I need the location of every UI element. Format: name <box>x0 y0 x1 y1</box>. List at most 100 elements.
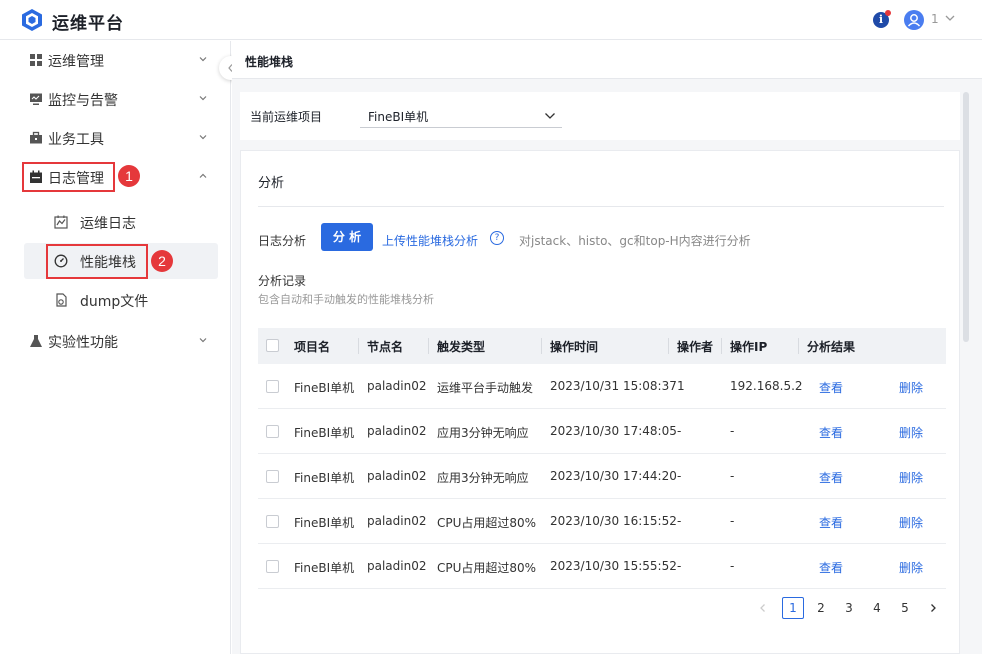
row-checkbox[interactable] <box>266 425 279 438</box>
cell-node: paladin02 <box>367 514 427 528</box>
analysis-hint: 对jstack、histo、gc和top-H内容进行分析 <box>519 234 751 248</box>
table-row: FineBI单机 paladin02 应用3分钟无响应 2023/10/30 1… <box>258 454 946 499</box>
view-link[interactable]: 查看 <box>819 559 843 576</box>
user-avatar-icon[interactable] <box>904 10 924 30</box>
delete-link[interactable]: 删除 <box>899 424 923 441</box>
toolbox-icon <box>30 131 42 144</box>
column-separator <box>428 338 429 354</box>
main-content: 性能堆栈 当前运维项目 FineBI单机 分析 日志分析 分 析 上传性能堆栈分… <box>232 41 982 654</box>
page-button[interactable]: 3 <box>838 597 860 619</box>
page-button[interactable]: 4 <box>866 597 888 619</box>
column-header: 项目名 <box>294 340 331 354</box>
app-title: 运维平台 <box>52 14 124 34</box>
cell-trigger: CPU占用超过80% <box>437 516 537 530</box>
help-icon[interactable]: ? <box>490 231 504 245</box>
row-checkbox[interactable] <box>266 560 279 573</box>
top-header: 运维平台 i 1 <box>0 0 982 40</box>
cell-operator: - <box>677 559 682 573</box>
prev-page-icon[interactable] <box>758 603 768 613</box>
sidebar-subitem-dump-file[interactable]: dump文件 <box>24 282 218 318</box>
column-header: 操作时间 <box>550 340 599 354</box>
log-analysis-label: 日志分析 <box>258 234 307 248</box>
notification-dot <box>885 10 891 16</box>
highlight-box-log-management <box>22 162 115 192</box>
cell-ip: 192.168.5.2 <box>730 379 803 393</box>
sidebar: 运维管理 监控与告警 业务工具 日志管理 1 运维日志 性能堆栈 2 dump文… <box>0 41 231 654</box>
page-button[interactable]: 2 <box>810 597 832 619</box>
chevron-down-icon[interactable] <box>944 12 956 24</box>
cell-project: FineBI单机 <box>294 471 355 485</box>
sidebar-item-ops-management[interactable]: 运维管理 <box>0 41 231 79</box>
sidebar-subitem-ops-log[interactable]: 运维日志 <box>24 204 218 240</box>
pagination: 1 2 3 4 5 <box>752 597 952 621</box>
project-select[interactable]: FineBI单机 <box>360 104 562 128</box>
upload-stack-link[interactable]: 上传性能堆栈分析 <box>382 232 478 249</box>
sidebar-item-business-tools[interactable]: 业务工具 <box>0 119 231 157</box>
breadcrumb: 性能堆栈 <box>245 55 294 69</box>
column-separator <box>668 338 669 354</box>
divider <box>258 206 944 207</box>
sidebar-item-label: 运维管理 <box>48 54 104 70</box>
table-row: FineBI单机 paladin02 CPU占用超过80% 2023/10/30… <box>258 544 946 589</box>
row-checkbox[interactable] <box>266 515 279 528</box>
file-icon <box>56 293 67 307</box>
column-separator <box>541 338 542 354</box>
chevron-up-icon <box>199 173 207 178</box>
table-row: FineBI单机 paladin02 运维平台手动触发 2023/10/31 1… <box>258 364 946 409</box>
cell-project: FineBI单机 <box>294 516 355 530</box>
sidebar-item-label: 监控与告警 <box>48 93 118 109</box>
cell-operator: - <box>677 469 682 483</box>
page-button[interactable]: 1 <box>782 597 804 619</box>
next-page-icon[interactable] <box>928 603 938 613</box>
table-row: FineBI单机 paladin02 CPU占用超过80% 2023/10/30… <box>258 499 946 544</box>
sidebar-item-label: 实验性功能 <box>48 335 118 351</box>
flask-icon <box>30 335 42 347</box>
sidebar-subitem-label: 运维日志 <box>80 216 136 232</box>
chart-icon <box>54 215 68 229</box>
cell-ip: - <box>730 469 735 483</box>
cell-time: 2023/10/30 17:48:05 <box>550 424 677 438</box>
page-button[interactable]: 5 <box>894 597 916 619</box>
breadcrumb-bar: 性能堆栈 <box>232 41 982 79</box>
cube-logo-icon <box>22 9 42 31</box>
view-link[interactable]: 查看 <box>819 379 843 396</box>
scrollbar[interactable] <box>963 92 969 342</box>
view-link[interactable]: 查看 <box>819 514 843 531</box>
records-description: 包含自动和手动触发的性能堆栈分析 <box>258 293 434 306</box>
column-header: 操作IP <box>730 340 768 354</box>
sidebar-item-experimental[interactable]: 实验性功能 <box>0 322 231 360</box>
sidebar-item-label: 业务工具 <box>48 132 104 148</box>
chevron-down-icon <box>199 338 207 343</box>
column-separator <box>798 338 799 354</box>
cell-time: 2023/10/30 16:15:52 <box>550 514 677 528</box>
table-row: FineBI单机 paladin02 应用3分钟无响应 2023/10/30 1… <box>258 409 946 454</box>
chevron-down-icon <box>199 96 207 101</box>
chevron-down-icon <box>199 57 207 62</box>
sidebar-item-monitoring[interactable]: 监控与告警 <box>0 80 231 118</box>
cell-node: paladin02 <box>367 379 427 393</box>
analyze-button[interactable]: 分 析 <box>321 223 373 251</box>
view-link[interactable]: 查看 <box>819 469 843 486</box>
step-badge-2: 2 <box>151 250 173 272</box>
delete-link[interactable]: 删除 <box>899 559 923 576</box>
cell-node: paladin02 <box>367 424 427 438</box>
chevron-down-icon <box>545 113 555 119</box>
row-checkbox[interactable] <box>266 380 279 393</box>
user-name[interactable]: 1 <box>931 12 939 26</box>
section-title: 分析 <box>258 176 285 191</box>
cell-node: paladin02 <box>367 469 427 483</box>
cell-operator: 1 <box>677 379 685 393</box>
delete-link[interactable]: 删除 <box>899 379 923 396</box>
cell-operator: - <box>677 514 682 528</box>
row-checkbox[interactable] <box>266 470 279 483</box>
sidebar-subitem-label: dump文件 <box>80 294 149 310</box>
records-title: 分析记录 <box>258 274 307 288</box>
delete-link[interactable]: 删除 <box>899 514 923 531</box>
view-link[interactable]: 查看 <box>819 424 843 441</box>
chevron-down-icon <box>199 135 207 140</box>
select-all-checkbox[interactable] <box>266 339 279 352</box>
project-panel: 当前运维项目 FineBI单机 <box>240 92 960 140</box>
cell-trigger: 应用3分钟无响应 <box>437 426 529 440</box>
delete-link[interactable]: 删除 <box>899 469 923 486</box>
cell-operator: - <box>677 424 682 438</box>
